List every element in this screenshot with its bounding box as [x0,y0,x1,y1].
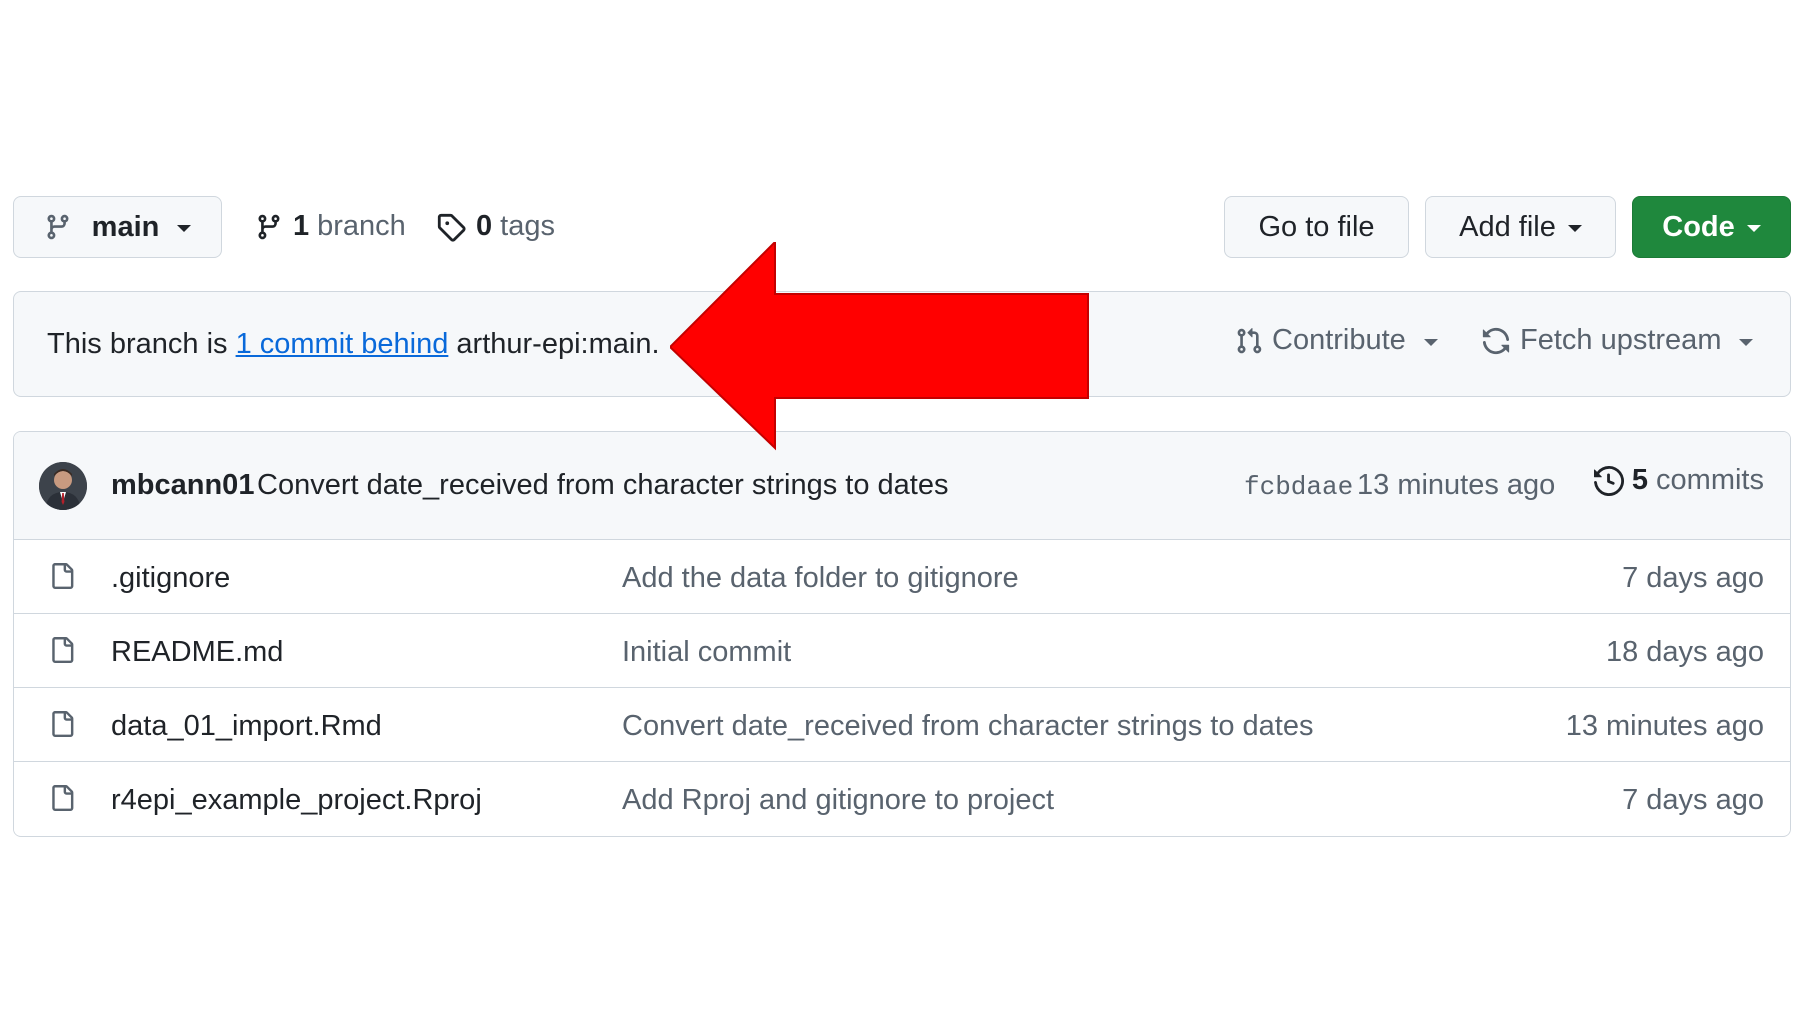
tags-link[interactable]: 0 tags [436,210,555,243]
chevron-down-icon [1739,338,1754,346]
code-button[interactable]: Code [1632,196,1791,258]
go-to-file-label: Go to file [1258,210,1375,243]
commit-message[interactable]: Convert date_received from character str… [257,469,949,502]
tag-icon [436,212,466,242]
pull-request-icon [1235,326,1263,356]
avatar[interactable] [39,462,87,510]
commits-history-link[interactable]: 5 commits [1593,464,1764,497]
branch-select-button[interactable]: main [13,196,222,258]
commit-author[interactable]: mbcann01 [111,469,254,502]
file-row: r4epi_example_project.Rproj Add Rproj an… [14,762,1790,835]
file-commit-time: 13 minutes ago [1565,710,1764,742]
commit-time: 13 minutes ago [1357,469,1556,501]
add-file-button[interactable]: Add file [1425,196,1616,258]
git-branch-icon [44,212,72,242]
file-row: .gitignore Add the data folder to gitign… [14,540,1790,614]
file-commit-message[interactable]: Convert date_received from character str… [622,710,1314,743]
branch-status-text: This branch is 1 commit behind arthur-ep… [47,328,660,361]
file-commit-message[interactable]: Add Rproj and gitignore to project [622,784,1054,817]
commits-count: 5 [1631,464,1649,496]
upstream-branch-name: arthur-epi:main. [456,328,660,360]
branches-link[interactable]: 1 branch [255,210,406,243]
branch-count-label: branch [317,210,406,242]
commit-sha[interactable]: fcbdaae [1244,472,1353,502]
fetch-upstream-button[interactable]: Fetch upstream [1481,324,1754,357]
file-icon [49,783,75,813]
branch-status-prefix: This branch is [47,328,228,360]
file-table: mbcann01 Convert date_received from char… [13,431,1791,837]
fetch-upstream-label: Fetch upstream [1520,324,1722,356]
tag-count: 0 [476,210,493,242]
git-branch-icon [255,212,283,242]
chevron-down-icon [177,225,192,232]
file-icon [49,635,75,665]
go-to-file-button[interactable]: Go to file [1224,196,1409,258]
add-file-label: Add file [1459,210,1556,243]
file-name[interactable]: r4epi_example_project.Rproj [111,784,482,817]
file-name[interactable]: README.md [111,636,283,669]
commits-label: commits [1656,464,1764,496]
contribute-label: Contribute [1272,324,1406,356]
chevron-down-icon [1567,225,1582,232]
code-button-label: Code [1662,210,1735,243]
branch-select-label: main [91,210,160,243]
file-commit-time: 7 days ago [1622,562,1764,594]
file-icon [49,709,75,739]
history-icon [1593,465,1624,496]
sync-icon [1481,326,1511,356]
contribute-button[interactable]: Contribute [1235,324,1438,357]
chevron-down-icon [1423,338,1438,346]
file-icon [49,561,75,591]
file-commit-time: 18 days ago [1605,636,1764,668]
chevron-down-icon [1746,225,1761,232]
file-name[interactable]: .gitignore [111,562,230,595]
file-row: data_01_import.Rmd Convert date_received… [14,688,1790,762]
branch-count: 1 [293,210,310,242]
file-name[interactable]: data_01_import.Rmd [111,710,382,743]
file-commit-message[interactable]: Initial commit [622,636,791,669]
file-commit-message[interactable]: Add the data folder to gitignore [622,562,1019,595]
file-commit-time: 7 days ago [1622,784,1764,816]
commits-behind-link[interactable]: 1 commit behind [236,328,449,360]
tag-count-label: tags [500,210,555,242]
annotation-arrow-icon [670,242,1095,452]
file-row: README.md Initial commit 18 days ago [14,614,1790,688]
